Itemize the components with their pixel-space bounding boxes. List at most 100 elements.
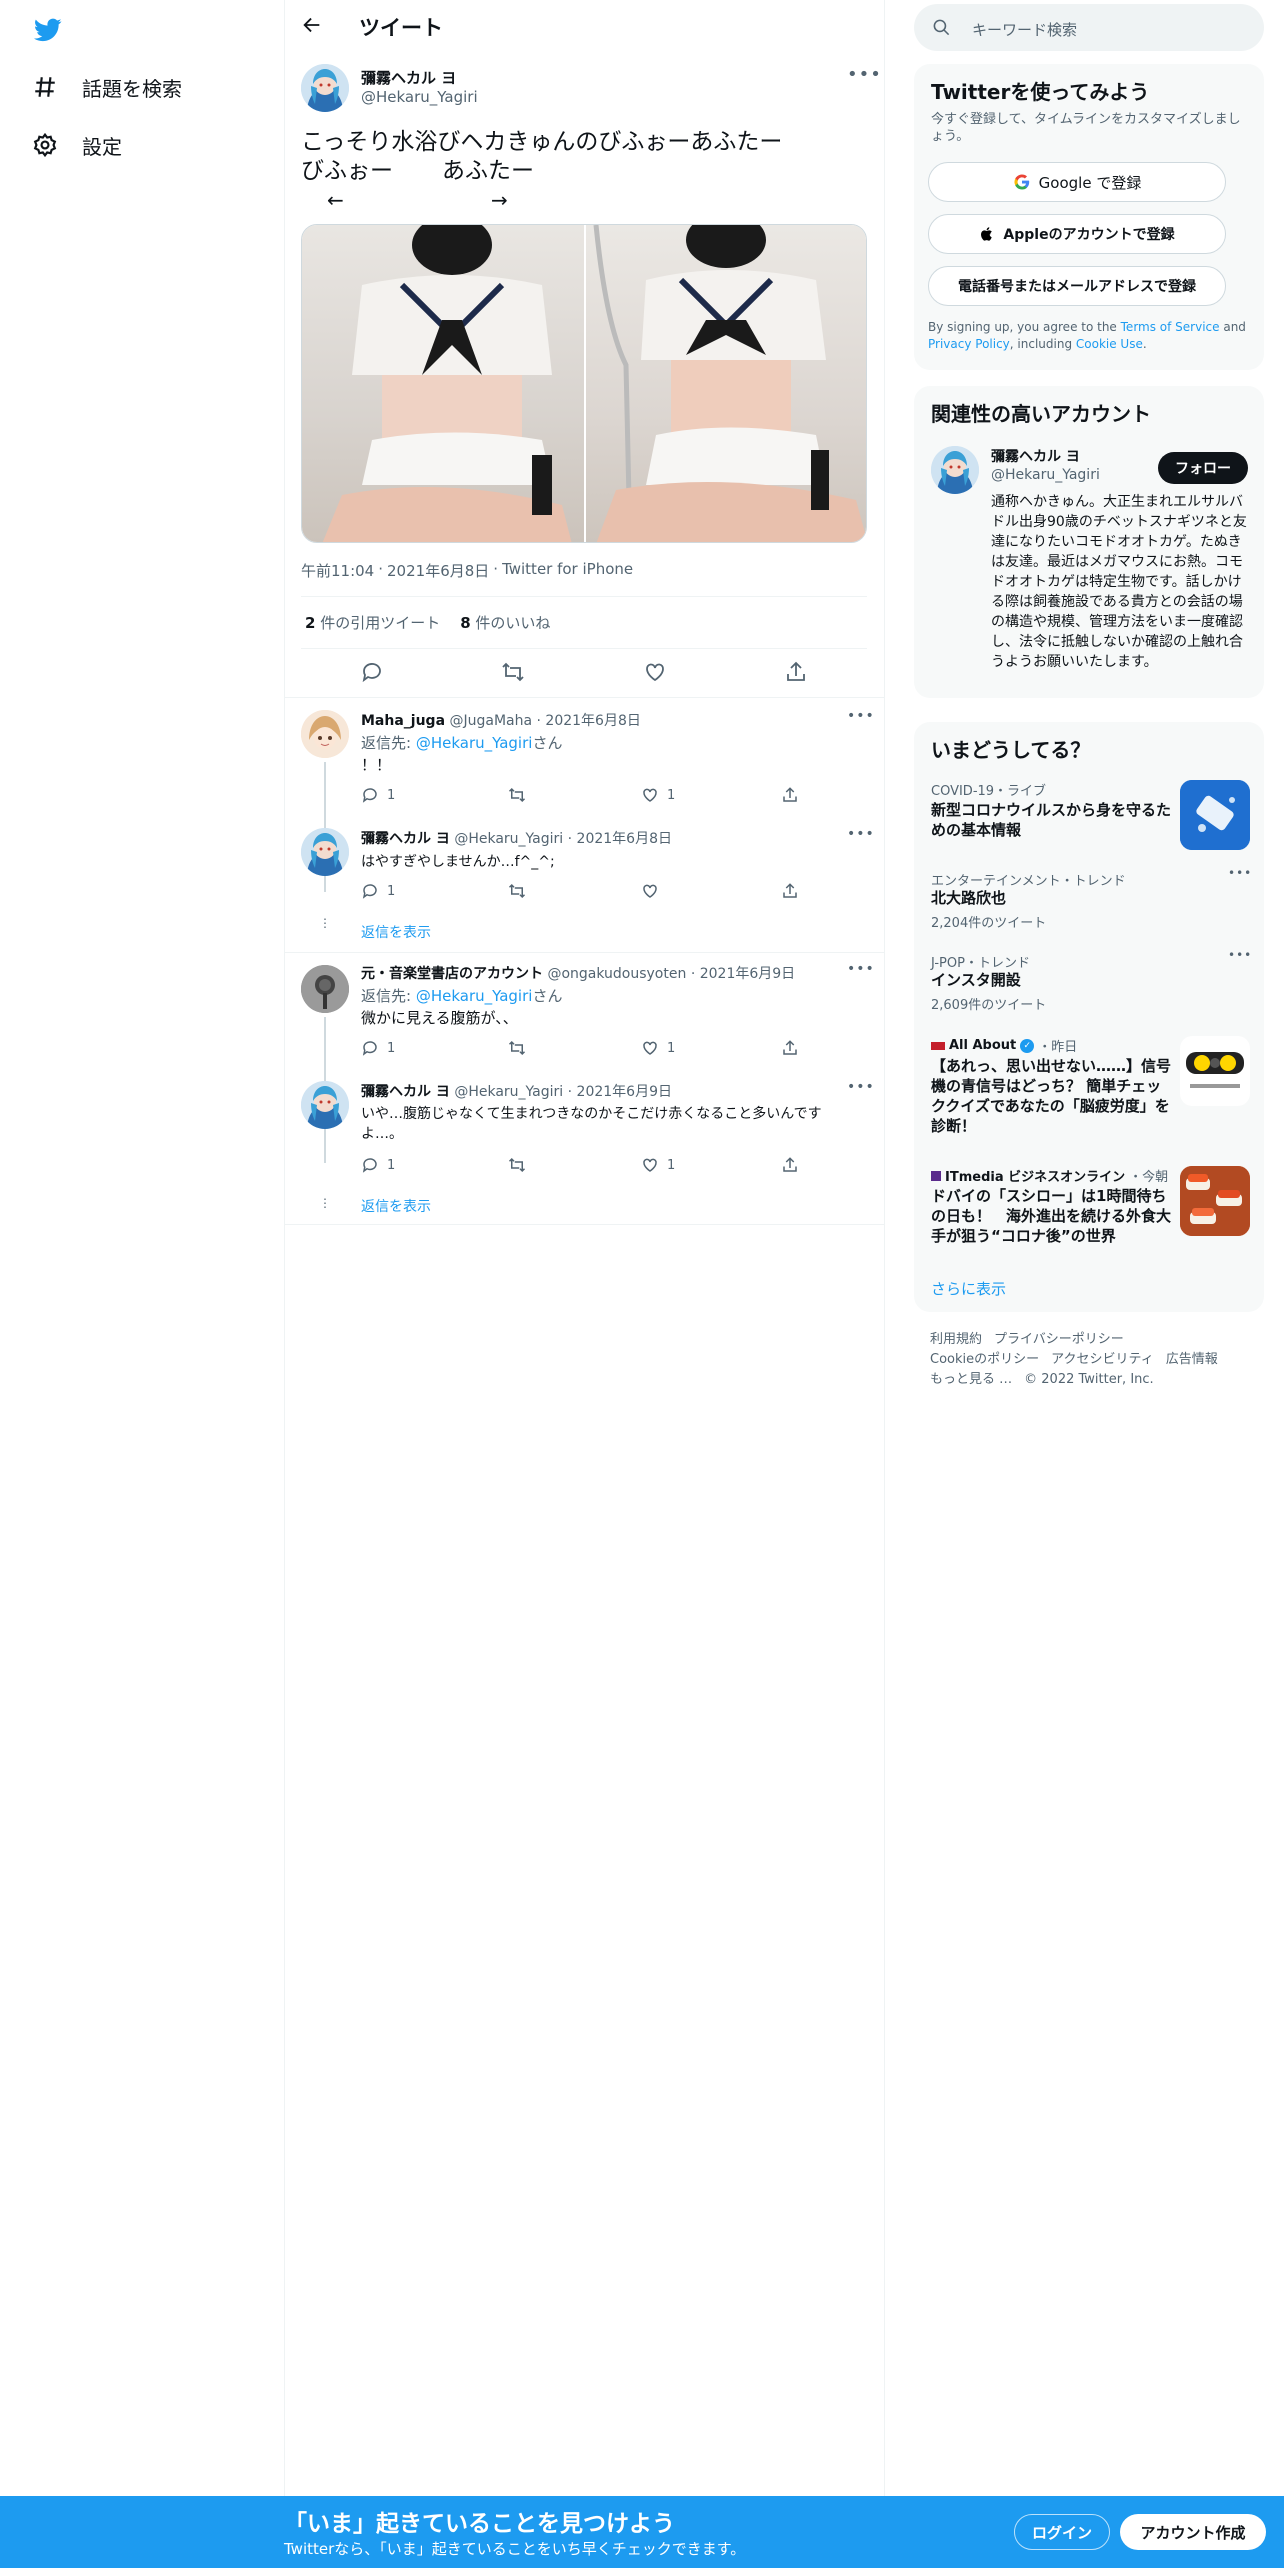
avatar[interactable] — [301, 64, 349, 112]
show-replies-link[interactable]: 返信を表示 — [361, 1196, 431, 1216]
more-icon[interactable]: ••• — [847, 1079, 875, 1095]
retweet-icon[interactable] — [501, 660, 525, 684]
more-icon[interactable]: ••• — [847, 961, 875, 977]
trend-category: エンターテインメント・トレンド — [931, 874, 1126, 889]
reply-action[interactable]: 1 — [361, 1156, 508, 1174]
footer-link[interactable]: 利用規約 — [930, 1330, 982, 1350]
news-item[interactable]: ITmedia ビジネスオンライン ・今朝 ドバイの「スシロー」は1時間待ちの日… — [914, 1162, 1264, 1262]
trend-item[interactable]: J-POP・トレンド ••• インスタ開設 2,609件のツイート — [914, 948, 1264, 1022]
signup-button[interactable]: アカウント作成 — [1120, 2514, 1266, 2550]
related-account-handle[interactable]: @Hekaru_Yagiri — [991, 467, 1100, 483]
google-signup-button[interactable]: Google で登録 — [928, 162, 1226, 202]
related-account-bio: 通称ヘかきゅん。大正生まれエルサルバドル出身90歳のチベットスナギツネと友達にな… — [991, 494, 1247, 670]
tweet-author-name[interactable]: 彌霧ヘカル ヨ — [361, 67, 456, 88]
reply-date[interactable]: 2021年6月9日 — [700, 966, 795, 982]
avatar[interactable] — [931, 446, 979, 494]
thread-dots: ⋮ — [319, 916, 331, 930]
footer-link[interactable]: 広告情報 — [1166, 1350, 1218, 1370]
reply-header: 元・音楽堂書店のアカウント @ongakudousyoten · 2021年6月… — [361, 966, 796, 982]
more-icon[interactable]: ••• — [1228, 948, 1252, 962]
reply-action[interactable]: 1 — [361, 882, 508, 900]
footer-link[interactable]: アクセシビリティ — [1051, 1350, 1154, 1370]
related-account-name[interactable]: 彌霧ヘカル ヨ — [991, 446, 1080, 466]
share-action[interactable] — [781, 786, 799, 804]
verified-badge-icon: ✓ — [1020, 1038, 1035, 1053]
tweet-time[interactable]: 午前11:04 — [301, 560, 374, 581]
reply-date[interactable]: 2021年6月8日 — [577, 831, 672, 847]
more-icon[interactable]: ••• — [847, 826, 875, 842]
retweet-action[interactable] — [508, 1156, 641, 1174]
reply-actions: 1 1 — [361, 786, 861, 804]
media-photo-before[interactable] — [302, 225, 584, 542]
reply-author-handle[interactable]: @Hekaru_Yagiri — [454, 831, 563, 847]
reply-author-name[interactable]: Maha_juga — [361, 713, 445, 729]
news-source: ITmedia ビジネスオンライン ・今朝 — [931, 1166, 1168, 1185]
phone-signup-button[interactable]: 電話番号またはメールアドレスで登録 — [928, 266, 1226, 306]
left-nav: 話題を検索 設定 — [0, 0, 284, 2568]
like-action[interactable]: 1 — [641, 1039, 781, 1057]
trend-count: 2,204件のツイート — [931, 916, 1047, 931]
like-action[interactable]: 1 — [641, 1156, 781, 1174]
footer-link[interactable]: プライバシーポリシー — [994, 1330, 1124, 1350]
news-item[interactable]: All About ✓ ・昨日 【あれっ、思い出せない……】信号機の青信号はどっ… — [914, 1032, 1264, 1142]
reply-icon[interactable] — [360, 660, 384, 684]
reply-action[interactable]: 1 — [361, 786, 508, 804]
terms-text: , including — [1009, 337, 1076, 351]
like-icon[interactable] — [643, 660, 667, 684]
retweet-action[interactable] — [508, 786, 641, 804]
nav-settings-label: 設定 — [82, 134, 122, 159]
reply-author-handle[interactable]: @JugaMaha — [449, 713, 532, 729]
retweet-action[interactable] — [508, 882, 641, 900]
share-action[interactable] — [781, 882, 799, 900]
retweet-action[interactable] — [508, 1039, 641, 1057]
reply-to: 返信先: @Hekaru_Yagiriさん — [361, 732, 562, 753]
terms-of-service-link[interactable]: Terms of Service — [1121, 320, 1220, 334]
nav-explore[interactable]: 話題を検索 — [32, 67, 182, 107]
trend-item[interactable]: エンターテインメント・トレンド ••• 北大路欣也 2,204件のツイート — [914, 866, 1264, 940]
show-replies-link[interactable]: 返信を表示 — [361, 922, 431, 942]
login-banner: 「いま」起きていることを見つけよう Twitterなら、「いま」起きていることを… — [0, 2496, 1284, 2568]
reply-author-name[interactable]: 彌霧ヘカル ヨ — [361, 1084, 450, 1100]
privacy-policy-link[interactable]: Privacy Policy — [928, 337, 1010, 351]
share-icon[interactable] — [784, 660, 808, 684]
share-action[interactable] — [781, 1156, 799, 1174]
reply-author-handle[interactable]: @ongakudousyoten — [547, 966, 686, 982]
more-icon[interactable]: ••• — [847, 708, 875, 724]
reply-date[interactable]: 2021年6月9日 — [577, 1084, 672, 1100]
avatar[interactable] — [301, 1081, 349, 1129]
likes-stat[interactable]: 8 件のいいね — [460, 612, 550, 633]
show-more-link[interactable]: さらに表示 — [931, 1278, 1006, 1299]
apple-signup-button[interactable]: Appleのアカウントで登録 — [928, 214, 1226, 254]
follow-button[interactable]: フォロー — [1158, 452, 1248, 484]
nav-settings[interactable]: 設定 — [32, 125, 122, 165]
trend-item[interactable]: COVID-19・ライブ 新型コロナウイルスから身を守るための基本情報 — [914, 774, 1264, 858]
like-action[interactable] — [641, 882, 781, 900]
search-input[interactable]: キーワード検索 — [914, 4, 1264, 51]
cookie-use-link[interactable]: Cookie Use — [1076, 337, 1143, 351]
tweet-date[interactable]: 2021年6月8日 — [387, 560, 489, 581]
media-photo-after[interactable] — [586, 225, 866, 542]
avatar[interactable] — [301, 965, 349, 1013]
reply-to-link[interactable]: @Hekaru_Yagiri — [416, 987, 533, 1005]
reply-action[interactable]: 1 — [361, 1039, 508, 1057]
reply-author-name[interactable]: 彌霧ヘカル ヨ — [361, 831, 450, 847]
back-arrow-icon[interactable] — [301, 14, 323, 36]
more-icon[interactable]: ••• — [847, 64, 882, 85]
reply-date[interactable]: 2021年6月8日 — [545, 713, 640, 729]
reply-to-link[interactable]: @Hekaru_Yagiri — [416, 734, 533, 752]
footer-link[interactable]: Cookieのポリシー — [930, 1350, 1039, 1370]
quote-tweets-stat[interactable]: 2 件の引用ツイート — [305, 612, 440, 633]
avatar[interactable] — [301, 828, 349, 876]
footer-more-link[interactable]: もっと見る … — [930, 1370, 1012, 1390]
avatar[interactable] — [301, 710, 349, 758]
like-label: 件のいいね — [470, 614, 551, 632]
reply-author-handle[interactable]: @Hekaru_Yagiri — [454, 1084, 563, 1100]
like-action[interactable]: 1 — [641, 786, 781, 804]
tweet-author-handle[interactable]: @Hekaru_Yagiri — [361, 88, 478, 106]
login-button[interactable]: ログイン — [1014, 2514, 1110, 2550]
reply-author-name[interactable]: 元・音楽堂書店のアカウント — [361, 966, 543, 982]
tweet-text: こっそり水浴びヘカきゅんのびふぉーあふたー びふぉー あふたー ← → — [301, 128, 861, 212]
more-icon[interactable]: ••• — [1228, 866, 1252, 880]
share-action[interactable] — [781, 1039, 799, 1057]
twitter-logo-icon[interactable] — [32, 16, 64, 44]
